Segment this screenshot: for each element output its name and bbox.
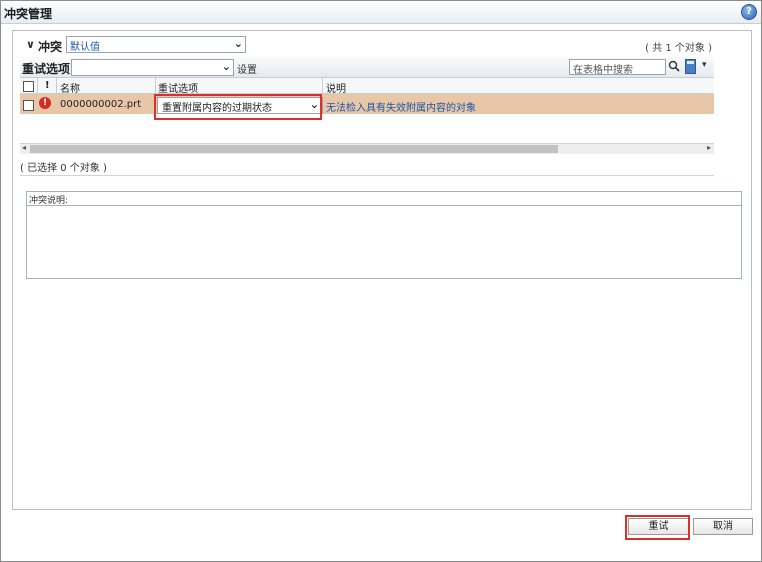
search-icon[interactable] [668,60,680,72]
column-header-name[interactable]: 名称 [60,80,80,95]
error-icon: ! [39,97,51,109]
collapse-chevron-icon[interactable]: ∨ [26,38,35,51]
window-title: 冲突管理 [4,7,53,21]
annotation-highlight-retry-option [154,94,322,120]
column-divider [56,78,57,93]
dropdown-menu-icon[interactable]: ▾ [702,60,707,70]
conflict-label: 冲突 [38,40,63,54]
column-header-retry-option[interactable]: 重试选项 [158,80,198,95]
column-header-status[interactable]: ! [45,80,50,91]
table-header [20,78,714,94]
conflict-description-label: 冲突说明: [29,196,69,206]
settings-button[interactable]: 设置 [237,61,257,76]
select-all-checkbox[interactable] [23,81,34,92]
chevron-down-icon: ⌄ [221,60,231,73]
horizontal-scrollbar[interactable]: ◂ ▸ [20,143,714,154]
conflict-filter-select[interactable]: 默认值 ⌄ [66,36,246,53]
chevron-down-icon: ⌄ [233,37,243,50]
scroll-left-icon[interactable]: ◂ [22,143,26,152]
row-name[interactable]: 0000000002.prt [60,99,141,110]
scroll-right-icon[interactable]: ▸ [707,143,711,152]
scrollbar-thumb[interactable] [30,145,558,153]
conflict-filter-value: 默认值 [70,42,100,53]
column-header-description[interactable]: 说明 [326,80,346,95]
search-placeholder: 在表格中搜索 [573,65,633,76]
retry-options-label: 重试选项 [22,62,71,76]
table-search-input[interactable]: 在表格中搜索 [569,59,666,76]
retry-options-select[interactable]: ⌄ [71,59,234,76]
cancel-button[interactable]: 取消 [693,518,753,535]
annotation-highlight-retry-button [625,515,690,540]
column-divider [322,78,323,93]
conflict-description-panel: 冲突说明: [26,191,742,279]
title-bar: 冲突管理 ? [1,1,761,24]
divider [20,175,714,176]
selected-count: ( 已选择 0 个对象 ) [20,163,107,174]
calculator-icon[interactable] [685,59,696,74]
object-count: ( 共 1 个对象 ) [645,43,712,54]
column-divider [37,78,38,93]
column-divider [155,78,156,93]
conflict-description-title: 冲突说明: [27,192,741,206]
row-description: 无法检入具有失效附属内容的对象 [326,103,476,114]
help-icon[interactable]: ? [741,4,757,20]
row-checkbox[interactable] [23,100,34,111]
